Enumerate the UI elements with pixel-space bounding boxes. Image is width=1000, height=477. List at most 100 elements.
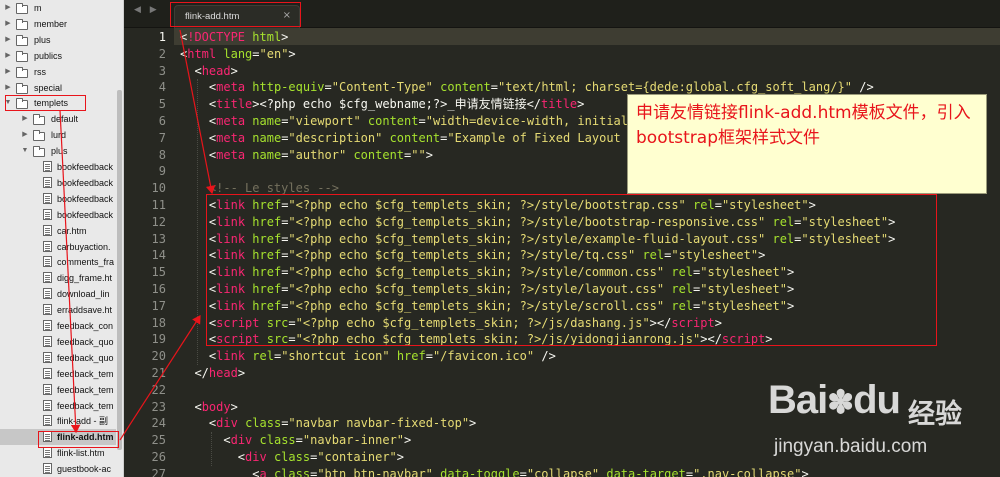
folder-icon	[33, 130, 45, 142]
line-number: 22	[151, 382, 166, 397]
folder-icon	[16, 82, 28, 94]
sidebar-item-label: bookfeedback	[57, 209, 114, 220]
file-icon	[43, 335, 52, 347]
file-icon	[43, 367, 52, 379]
file-tree-sidebar: ▶ m ▶ member ▶ plus ▶ publics ▶ rss ▶ special ▼ templ…	[0, 0, 124, 477]
sidebar-item-bookfeedback[interactable]: bookfeedback	[0, 207, 116, 223]
sidebar-item-label: feedback_quo	[57, 336, 114, 347]
sidebar-item-digg-frame-ht[interactable]: digg_frame.ht	[0, 270, 116, 286]
sidebar-item-label: guestbook-ac	[57, 464, 112, 475]
line-number: 1	[158, 30, 166, 44]
sidebar-item-feedback-con[interactable]: feedback_con	[0, 318, 116, 334]
line-number: 24	[151, 416, 166, 431]
folder-icon	[16, 18, 28, 30]
collapse-arrow-icon[interactable]: ▶	[4, 32, 12, 48]
sidebar-item-label: publics	[34, 50, 63, 61]
line-number: 9	[158, 164, 166, 179]
line-number: 18	[151, 315, 166, 330]
annotation-box-stylesheets	[206, 194, 937, 346]
line-number: 21	[151, 366, 166, 380]
sidebar-item-download-lin[interactable]: download_lin	[0, 286, 116, 302]
line-number: 8	[158, 147, 166, 162]
sidebar-item-bookfeedback[interactable]: bookfeedback	[0, 175, 116, 191]
baidu-url: jingyan.baidu.com	[774, 436, 928, 457]
collapse-arrow-icon[interactable]: ▶	[4, 64, 12, 80]
indent-guide	[197, 79, 198, 365]
code-line: <div class="navbar-inner">	[223, 433, 412, 448]
sidebar-item-carbuyaction-[interactable]: carbuyaction.	[0, 239, 116, 255]
sidebar-item-label: member	[34, 18, 68, 29]
line-number: 25	[151, 433, 166, 448]
line-number: 6	[158, 114, 166, 128]
file-icon	[43, 320, 52, 331]
folder-icon	[33, 146, 45, 158]
sidebar-item-feedback-tem[interactable]: feedback_tem	[0, 398, 116, 414]
sidebar-item-plus[interactable]: ▼ plus	[0, 143, 116, 159]
line-number: 12	[151, 214, 166, 229]
sidebar-item-label: digg_frame.ht	[57, 273, 113, 284]
sidebar-item-rss[interactable]: ▶ rss	[0, 64, 116, 80]
sidebar-item-m[interactable]: ▶ m	[0, 0, 116, 16]
code-line: <title><?php echo $cfg_webname;?>_申请友情链接…	[208, 97, 585, 112]
line-number: 27	[151, 466, 166, 477]
sidebar-item-label: plus	[51, 146, 68, 157]
sidebar-item-bookfeedback[interactable]: bookfeedback	[0, 191, 116, 207]
tab-nav-arrows[interactable]: ◀ ▶	[134, 5, 160, 15]
code-line: </head>	[194, 366, 246, 380]
sidebar-item-feedback-quo[interactable]: feedback_quo	[0, 334, 116, 350]
file-icon	[43, 240, 52, 252]
collapse-arrow-icon[interactable]: ▶	[4, 16, 12, 32]
collapse-arrow-icon[interactable]: ▶	[21, 111, 29, 127]
sidebar-item-label: feedback_tem	[57, 384, 114, 395]
code-line: <meta name="author" content="">	[208, 147, 433, 162]
sidebar-item-feedback-tem[interactable]: feedback_tem	[0, 366, 116, 382]
sidebar-item-label: rss	[34, 66, 46, 77]
file-icon	[43, 208, 52, 220]
sidebar-item-default[interactable]: ▶ default	[0, 111, 116, 127]
sidebar-item-comments-fra[interactable]: comments_fra	[0, 254, 116, 270]
sidebar-item-label: download_lin	[57, 289, 110, 300]
line-number: 15	[151, 265, 166, 280]
sidebar-item-plus[interactable]: ▶ plus	[0, 32, 116, 48]
sidebar-item-car-htm[interactable]: car.htm	[0, 223, 116, 239]
sidebar-item-special[interactable]: ▶ special	[0, 80, 116, 96]
sidebar-item-label: bookfeedback	[57, 177, 114, 188]
file-icon	[43, 383, 52, 395]
sidebar-item-erraddsave-ht[interactable]: erraddsave.ht	[0, 302, 116, 318]
sidebar-scrollbar[interactable]	[117, 90, 122, 450]
folder-icon	[16, 34, 28, 46]
sidebar-item-label: feedback_tem	[57, 400, 114, 411]
file-icon	[43, 415, 52, 427]
folder-icon	[16, 66, 28, 78]
sidebar-item-publics[interactable]: ▶ publics	[0, 48, 116, 64]
line-number: 4	[158, 80, 166, 95]
sidebar-item-flink-add-[interactable]: flink-add - 副	[0, 413, 116, 429]
line-number: 2	[158, 46, 166, 61]
code-line: <head>	[194, 63, 238, 78]
expand-arrow-icon[interactable]: ▼	[21, 143, 29, 159]
code-line: <div class="container">	[237, 450, 405, 464]
indent-guide	[211, 432, 212, 466]
sidebar-item-label: bookfeedback	[57, 162, 114, 172]
sidebar-item-bookfeedback[interactable]: bookfeedback	[0, 159, 116, 175]
folder-icon	[16, 50, 28, 62]
sidebar-item-feedback-quo[interactable]: feedback_quo	[0, 350, 116, 366]
collapse-arrow-icon[interactable]: ▶	[4, 48, 12, 64]
collapse-arrow-icon[interactable]: ▶	[21, 127, 29, 143]
sidebar-item-label: erraddsave.ht	[57, 305, 113, 316]
sidebar-item-feedback-tem[interactable]: feedback_tem	[0, 382, 116, 398]
line-number: 14	[151, 248, 166, 263]
line-number: 5	[158, 97, 166, 112]
sidebar-item-lurd[interactable]: ▶ lurd	[0, 127, 116, 143]
line-number: 3	[158, 63, 166, 78]
file-icon	[43, 224, 52, 236]
file-icon	[43, 176, 52, 188]
collapse-arrow-icon[interactable]: ▶	[4, 0, 12, 16]
sidebar-item-label: feedback_tem	[57, 368, 114, 379]
annotation-box-tab	[170, 2, 301, 27]
sidebar-item-member[interactable]: ▶ member	[0, 16, 116, 32]
sidebar-item-label: lurd	[51, 130, 67, 141]
sidebar-item-label: feedback_quo	[57, 352, 114, 363]
collapse-arrow-icon[interactable]: ▶	[4, 80, 12, 96]
sidebar-item-guestbook-ac[interactable]: guestbook-ac	[0, 461, 116, 477]
